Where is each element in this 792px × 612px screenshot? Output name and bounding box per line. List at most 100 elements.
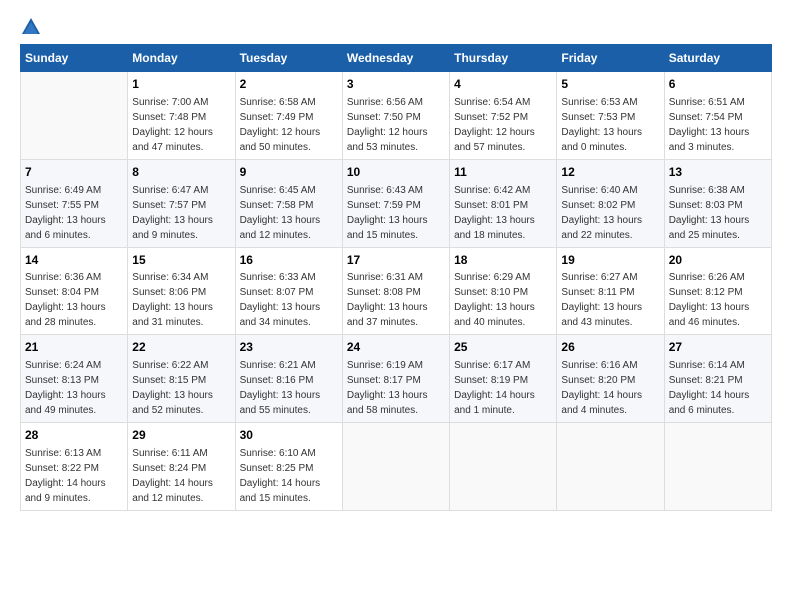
day-info: Sunrise: 6:22 AM Sunset: 8:15 PM Dayligh… (132, 360, 213, 416)
calendar-cell (342, 423, 449, 511)
calendar-cell (664, 423, 771, 511)
calendar-cell: 17 Sunrise: 6:31 AM Sunset: 8:08 PM Dayli… (342, 247, 449, 335)
day-number: 14 (25, 252, 123, 269)
calendar-cell: 19 Sunrise: 6:27 AM Sunset: 8:11 PM Dayli… (557, 247, 664, 335)
day-info: Sunrise: 6:11 AM Sunset: 8:24 PM Dayligh… (132, 448, 213, 504)
day-number: 4 (454, 76, 552, 93)
calendar-cell: 22 Sunrise: 6:22 AM Sunset: 8:15 PM Dayli… (128, 335, 235, 423)
calendar-cell: 11Sunrise: 6:42 AM Sunset: 8:01 PM Dayli… (450, 159, 557, 247)
day-info: Sunrise: 6:38 AM Sunset: 8:03 PM Dayligh… (669, 185, 750, 241)
calendar-cell: 13 Sunrise: 6:38 AM Sunset: 8:03 PM Dayli… (664, 159, 771, 247)
day-number: 21 (25, 339, 123, 356)
logo (20, 16, 46, 38)
day-number: 19 (561, 252, 659, 269)
day-info: Sunrise: 6:51 AM Sunset: 7:54 PM Dayligh… (669, 97, 750, 153)
calendar-cell: 1 Sunrise: 7:00 AM Sunset: 7:48 PM Daylig… (128, 72, 235, 160)
logo-icon (20, 16, 42, 38)
header (20, 16, 772, 38)
calendar-cell: 5Sunrise: 6:53 AM Sunset: 7:53 PM Daylig… (557, 72, 664, 160)
weekday-header-tuesday: Tuesday (235, 45, 342, 72)
calendar-cell: 18 Sunrise: 6:29 AM Sunset: 8:10 PM Dayli… (450, 247, 557, 335)
day-number: 15 (132, 252, 230, 269)
calendar-cell: 6 Sunrise: 6:51 AM Sunset: 7:54 PM Daylig… (664, 72, 771, 160)
calendar-cell: 14 Sunrise: 6:36 AM Sunset: 8:04 PM Dayli… (21, 247, 128, 335)
weekday-header-wednesday: Wednesday (342, 45, 449, 72)
calendar-cell: 4 Sunrise: 6:54 AM Sunset: 7:52 PM Daylig… (450, 72, 557, 160)
day-number: 23 (240, 339, 338, 356)
day-number: 10 (347, 164, 445, 181)
calendar-cell: 26 Sunrise: 6:16 AM Sunset: 8:20 PM Dayli… (557, 335, 664, 423)
day-info: Sunrise: 6:33 AM Sunset: 8:07 PM Dayligh… (240, 272, 321, 328)
weekday-header-friday: Friday (557, 45, 664, 72)
day-info: Sunrise: 6:13 AM Sunset: 8:22 PM Dayligh… (25, 448, 106, 504)
day-info: Sunrise: 6:19 AM Sunset: 8:17 PM Dayligh… (347, 360, 428, 416)
day-number: 20 (669, 252, 767, 269)
day-number: 2 (240, 76, 338, 93)
calendar-cell: 20 Sunrise: 6:26 AM Sunset: 8:12 PM Dayli… (664, 247, 771, 335)
calendar-table: SundayMondayTuesdayWednesdayThursdayFrid… (20, 44, 772, 511)
day-number: 11 (454, 164, 552, 181)
calendar-cell: 24 Sunrise: 6:19 AM Sunset: 8:17 PM Dayli… (342, 335, 449, 423)
day-info: Sunrise: 6:17 AM Sunset: 8:19 PM Dayligh… (454, 360, 535, 416)
day-info: Sunrise: 6:58 AM Sunset: 7:49 PM Dayligh… (240, 97, 321, 153)
day-number: 1 (132, 76, 230, 93)
day-info: Sunrise: 6:27 AM Sunset: 8:11 PM Dayligh… (561, 272, 642, 328)
day-info: Sunrise: 6:40 AM Sunset: 8:02 PM Dayligh… (561, 185, 642, 241)
day-number: 9 (240, 164, 338, 181)
day-number: 6 (669, 76, 767, 93)
day-number: 22 (132, 339, 230, 356)
calendar-cell: 9 Sunrise: 6:45 AM Sunset: 7:58 PM Daylig… (235, 159, 342, 247)
day-info: Sunrise: 6:43 AM Sunset: 7:59 PM Dayligh… (347, 185, 428, 241)
day-number: 26 (561, 339, 659, 356)
calendar-cell: 30 Sunrise: 6:10 AM Sunset: 8:25 PM Dayli… (235, 423, 342, 511)
day-info: Sunrise: 6:14 AM Sunset: 8:21 PM Dayligh… (669, 360, 750, 416)
day-info: Sunrise: 6:53 AM Sunset: 7:53 PM Dayligh… (561, 97, 642, 153)
day-info: Sunrise: 6:54 AM Sunset: 7:52 PM Dayligh… (454, 97, 535, 153)
day-number: 27 (669, 339, 767, 356)
calendar-cell: 7 Sunrise: 6:49 AM Sunset: 7:55 PM Daylig… (21, 159, 128, 247)
calendar-cell: 27 Sunrise: 6:14 AM Sunset: 8:21 PM Dayli… (664, 335, 771, 423)
day-info: Sunrise: 6:34 AM Sunset: 8:06 PM Dayligh… (132, 272, 213, 328)
day-info: Sunrise: 6:16 AM Sunset: 8:20 PM Dayligh… (561, 360, 642, 416)
calendar-cell: 12 Sunrise: 6:40 AM Sunset: 8:02 PM Dayli… (557, 159, 664, 247)
day-number: 7 (25, 164, 123, 181)
day-info: Sunrise: 6:26 AM Sunset: 8:12 PM Dayligh… (669, 272, 750, 328)
day-number: 29 (132, 427, 230, 444)
calendar-cell: 25 Sunrise: 6:17 AM Sunset: 8:19 PM Dayli… (450, 335, 557, 423)
day-info: Sunrise: 6:36 AM Sunset: 8:04 PM Dayligh… (25, 272, 106, 328)
day-number: 17 (347, 252, 445, 269)
day-number: 3 (347, 76, 445, 93)
calendar-week-5: 28 Sunrise: 6:13 AM Sunset: 8:22 PM Dayli… (21, 423, 772, 511)
calendar-week-1: 1 Sunrise: 7:00 AM Sunset: 7:48 PM Daylig… (21, 72, 772, 160)
calendar-cell (450, 423, 557, 511)
calendar-cell: 29 Sunrise: 6:11 AM Sunset: 8:24 PM Dayli… (128, 423, 235, 511)
day-number: 12 (561, 164, 659, 181)
day-number: 13 (669, 164, 767, 181)
day-number: 25 (454, 339, 552, 356)
weekday-header-saturday: Saturday (664, 45, 771, 72)
day-info: Sunrise: 6:47 AM Sunset: 7:57 PM Dayligh… (132, 185, 213, 241)
calendar-cell: 2 Sunrise: 6:58 AM Sunset: 7:49 PM Daylig… (235, 72, 342, 160)
calendar-cell: 16 Sunrise: 6:33 AM Sunset: 8:07 PM Dayli… (235, 247, 342, 335)
calendar-cell (557, 423, 664, 511)
calendar-cell: 15 Sunrise: 6:34 AM Sunset: 8:06 PM Dayli… (128, 247, 235, 335)
calendar-page: SundayMondayTuesdayWednesdayThursdayFrid… (0, 0, 792, 527)
day-info: Sunrise: 6:45 AM Sunset: 7:58 PM Dayligh… (240, 185, 321, 241)
day-number: 8 (132, 164, 230, 181)
day-info: Sunrise: 6:10 AM Sunset: 8:25 PM Dayligh… (240, 448, 321, 504)
day-info: Sunrise: 6:49 AM Sunset: 7:55 PM Dayligh… (25, 185, 106, 241)
calendar-week-3: 14 Sunrise: 6:36 AM Sunset: 8:04 PM Dayli… (21, 247, 772, 335)
day-number: 18 (454, 252, 552, 269)
day-number: 28 (25, 427, 123, 444)
day-info: Sunrise: 6:29 AM Sunset: 8:10 PM Dayligh… (454, 272, 535, 328)
day-info: Sunrise: 6:24 AM Sunset: 8:13 PM Dayligh… (25, 360, 106, 416)
day-info: Sunrise: 6:21 AM Sunset: 8:16 PM Dayligh… (240, 360, 321, 416)
weekday-header-sunday: Sunday (21, 45, 128, 72)
day-info: Sunrise: 7:00 AM Sunset: 7:48 PM Dayligh… (132, 97, 213, 153)
day-number: 30 (240, 427, 338, 444)
day-info: Sunrise: 6:31 AM Sunset: 8:08 PM Dayligh… (347, 272, 428, 328)
day-number: 16 (240, 252, 338, 269)
calendar-cell: 28 Sunrise: 6:13 AM Sunset: 8:22 PM Dayli… (21, 423, 128, 511)
calendar-week-4: 21 Sunrise: 6:24 AM Sunset: 8:13 PM Dayli… (21, 335, 772, 423)
day-number: 24 (347, 339, 445, 356)
